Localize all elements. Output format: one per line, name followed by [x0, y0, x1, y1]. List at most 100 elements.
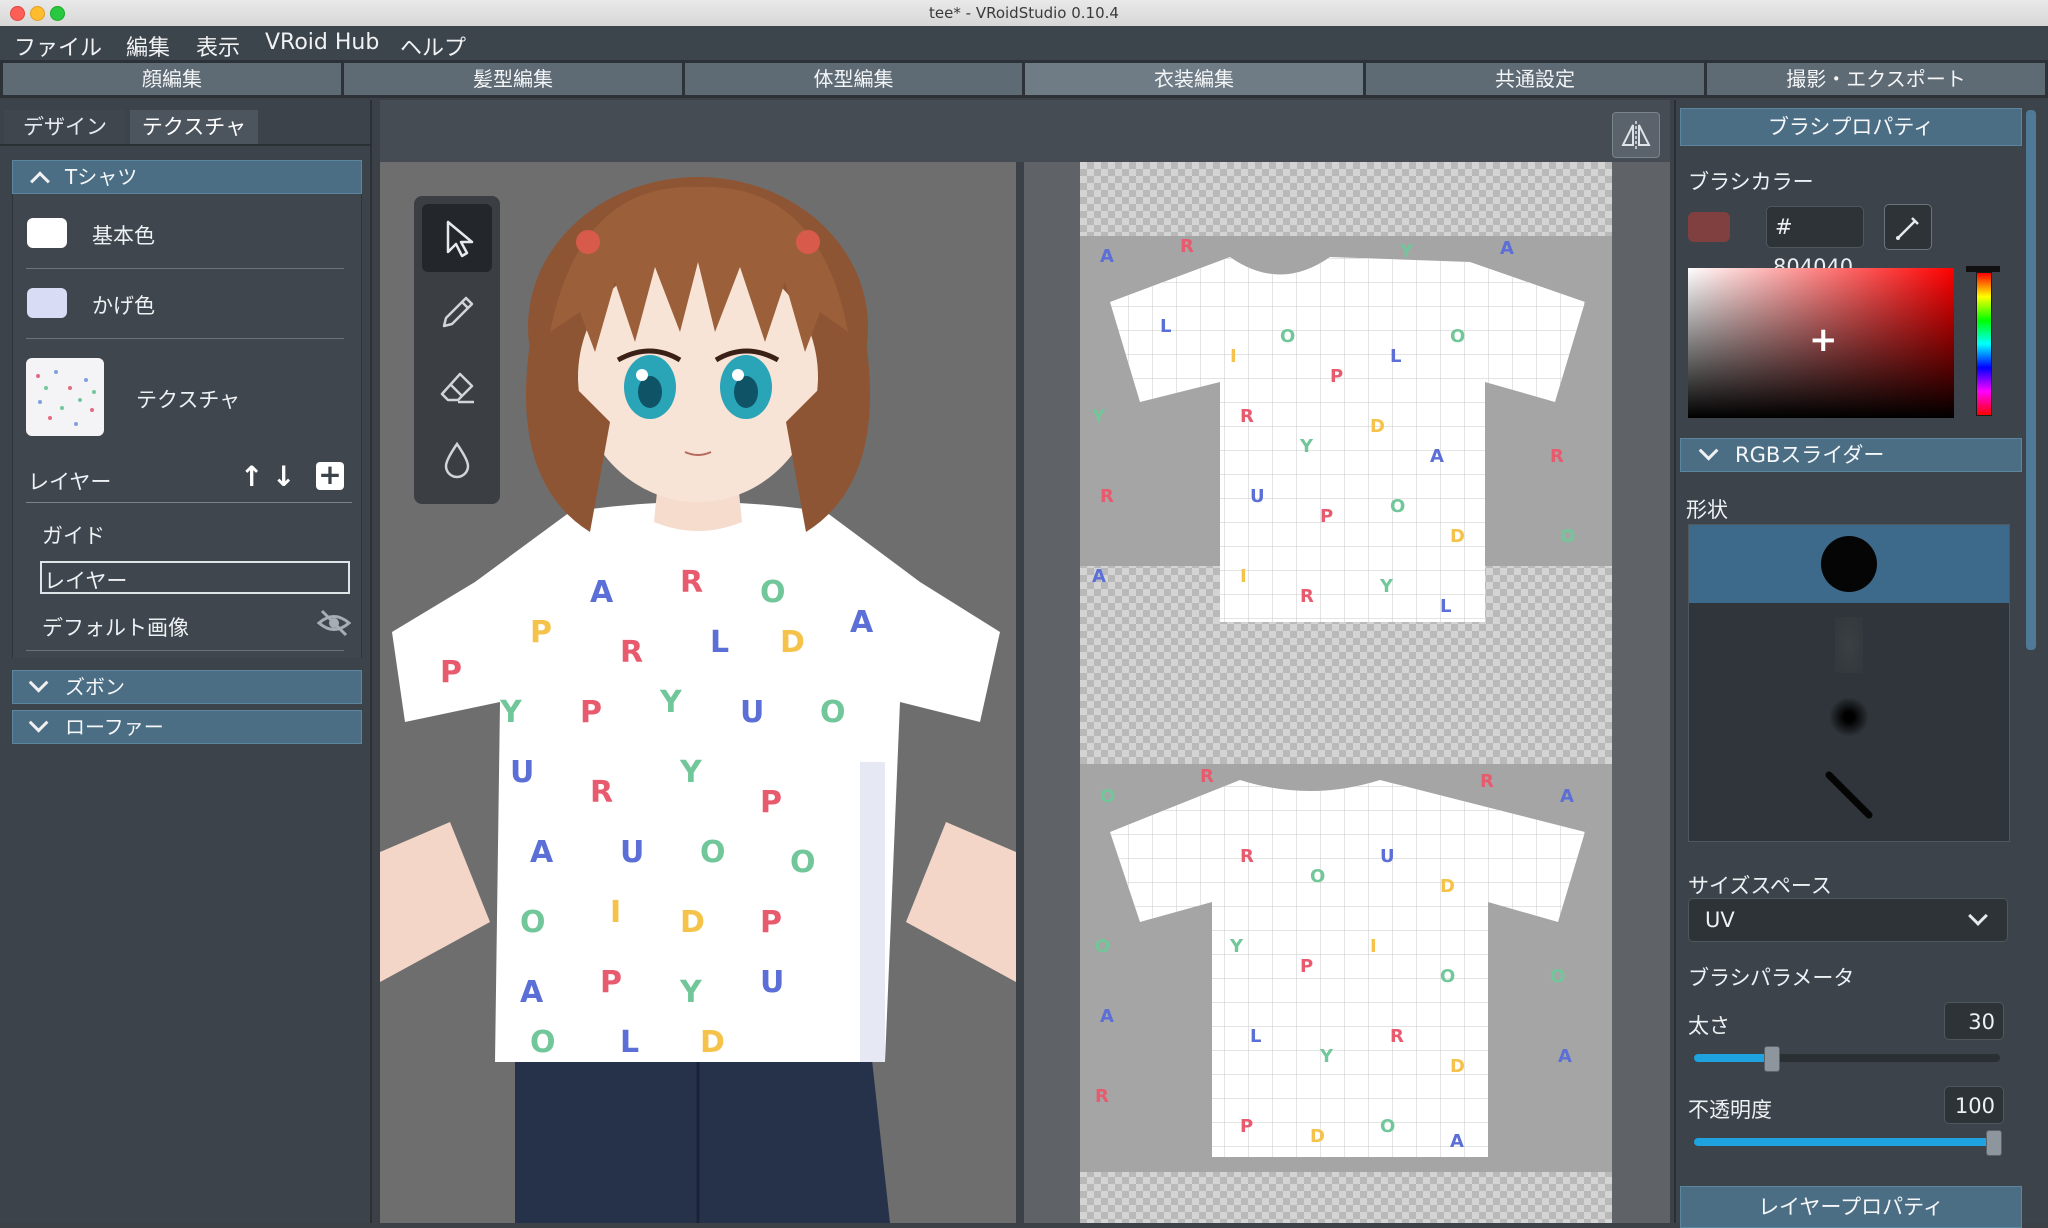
opacity-slider[interactable] [1694, 1130, 2002, 1156]
pencil-icon [442, 296, 474, 328]
tab-photo-export[interactable]: 撮影・エクスポート [1707, 63, 2045, 95]
uv-texture-view[interactable]: A R Y A Y R A R O L I O P L O R Y D A U P O D I R Y L O R R A O A… [1024, 162, 1670, 1223]
layer-item-default-image[interactable]: デフォルト画像 [42, 612, 189, 642]
layer-up-arrow-icon[interactable]: ↑ [240, 460, 263, 493]
thickness-label: 太さ [1688, 1014, 1730, 1038]
svg-text:P: P [1330, 366, 1343, 387]
menu-view[interactable]: 表示 [196, 30, 240, 62]
size-space-value: UV [1705, 908, 1735, 932]
svg-text:R: R [1200, 766, 1214, 787]
tab-common-settings[interactable]: 共通設定 [1366, 63, 1704, 95]
size-space-select[interactable]: UV [1688, 898, 2008, 942]
color-picker-area[interactable]: + [1688, 268, 1954, 418]
menu-edit[interactable]: 編集 [126, 30, 170, 62]
section-pants-label: ズボン [65, 675, 125, 699]
chevron-down-icon [28, 712, 49, 733]
brush-shape-list [1688, 524, 2010, 842]
textured-brush-icon[interactable] [1835, 617, 1863, 673]
brush-shape-hard-round-selected[interactable] [1689, 525, 2009, 603]
menu-vroid-hub[interactable]: VRoid Hub [265, 30, 379, 55]
svg-text:R: R [1100, 486, 1114, 507]
svg-text:A: A [1560, 786, 1574, 807]
svg-text:L: L [620, 1025, 639, 1060]
thickness-slider-knob[interactable] [1763, 1046, 1780, 1072]
svg-text:I: I [610, 895, 621, 930]
svg-text:Y: Y [1229, 936, 1244, 957]
thickness-slider[interactable] [1694, 1046, 2000, 1072]
tab-body-edit[interactable]: 体型編集 [685, 63, 1022, 95]
hex-prefix: # [1775, 215, 1793, 239]
menu-help[interactable]: ヘルプ [400, 30, 466, 62]
subtab-design[interactable]: デザイン [4, 110, 126, 144]
uv-shirt-layout: A R Y A Y R A R O L I O P L O R Y D A U P O D I R Y L O R R A O A… [1091, 236, 1585, 1157]
size-space-label: サイズスペース [1688, 874, 1832, 898]
layer-properties-header: レイヤープロパティ [1680, 1186, 2022, 1228]
divider [26, 268, 344, 269]
section-loafer-header[interactable]: ローファー [12, 710, 362, 744]
tab-face-edit[interactable]: 顔編集 [3, 63, 341, 95]
svg-text:Y: Y [1299, 436, 1314, 457]
svg-text:P: P [760, 905, 782, 940]
opacity-value-field[interactable]: 100 [1944, 1086, 2004, 1124]
divider [26, 338, 344, 339]
eyedropper-button[interactable] [1884, 204, 1932, 250]
mirror-button[interactable] [1612, 112, 1660, 158]
hue-slider-handle[interactable] [1966, 266, 2000, 272]
section-tshirt-header[interactable]: Tシャツ [12, 160, 362, 194]
layer-header-label: レイヤー [28, 470, 112, 494]
line-brush-icon[interactable] [1819, 765, 1879, 825]
base-color-swatch[interactable] [27, 218, 67, 248]
select-tool-button[interactable] [422, 204, 492, 272]
eraser-tool-button[interactable] [422, 352, 492, 420]
shade-color-swatch[interactable] [27, 288, 67, 318]
color-picker-crosshair-icon: + [1809, 320, 1838, 360]
tab-outfit-edit[interactable]: 衣装編集 [1025, 63, 1363, 95]
svg-text:D: D [1450, 1056, 1465, 1077]
svg-text:P: P [1300, 956, 1313, 977]
opacity-slider-knob[interactable] [1986, 1130, 2002, 1156]
brush-params-label: ブラシパラメータ [1688, 966, 1855, 990]
subtab-texture[interactable]: テクスチャ [130, 110, 258, 144]
menu-bar: ファイル 編集 表示 VRoid Hub ヘルプ [0, 26, 2048, 62]
svg-text:A: A [1450, 1131, 1464, 1152]
section-tshirt-label: Tシャツ [65, 165, 138, 189]
texture-label: テクスチャ [136, 388, 241, 412]
pencil-tool-button[interactable] [422, 278, 492, 346]
svg-text:P: P [760, 785, 782, 820]
svg-text:A: A [530, 835, 554, 870]
svg-text:Y: Y [659, 685, 683, 720]
layer-down-arrow-icon[interactable]: ↓ [272, 460, 295, 493]
base-color-label: 基本色 [92, 224, 155, 248]
rgb-slider-header[interactable]: RGBスライダー [1680, 438, 2022, 472]
svg-text:P: P [440, 655, 462, 690]
svg-text:D: D [680, 905, 705, 940]
texture-thumbnail[interactable] [26, 358, 104, 436]
svg-text:P: P [580, 695, 602, 730]
right-panel-scrollbar[interactable] [2026, 110, 2036, 650]
layer-item-guide[interactable]: ガイド [42, 520, 105, 550]
svg-text:P: P [1240, 1116, 1253, 1137]
tool-palette [414, 196, 500, 504]
menu-file[interactable]: ファイル [14, 30, 102, 62]
brush-properties-header: ブラシプロパティ [1680, 108, 2022, 146]
brush-color-hex-field[interactable]: # 804040 [1766, 206, 1864, 279]
chevron-up-icon [30, 171, 50, 192]
svg-text:O: O [820, 695, 846, 730]
hue-slider[interactable] [1976, 272, 1992, 416]
add-layer-button[interactable]: + [316, 461, 344, 490]
brush-color-label: ブラシカラー [1688, 170, 1814, 194]
fill-tool-button[interactable] [422, 426, 492, 494]
layer-item-layer-selected[interactable]: レイヤー [40, 561, 350, 594]
svg-text:A: A [590, 575, 614, 610]
svg-text:O: O [700, 835, 726, 870]
soft-round-brush-icon[interactable] [1829, 697, 1869, 737]
thickness-value-field[interactable]: 30 [1944, 1002, 2004, 1040]
svg-text:R: R [1300, 586, 1314, 607]
brush-color-swatch[interactable] [1688, 212, 1730, 242]
section-pants-header[interactable]: ズボン [12, 670, 362, 704]
chevron-down-icon [1968, 906, 1988, 926]
svg-text:O: O [1450, 326, 1465, 347]
eye-slash-icon[interactable] [316, 608, 352, 638]
tab-hair-edit[interactable]: 髪型編集 [344, 63, 682, 95]
svg-text:A: A [1430, 446, 1444, 467]
